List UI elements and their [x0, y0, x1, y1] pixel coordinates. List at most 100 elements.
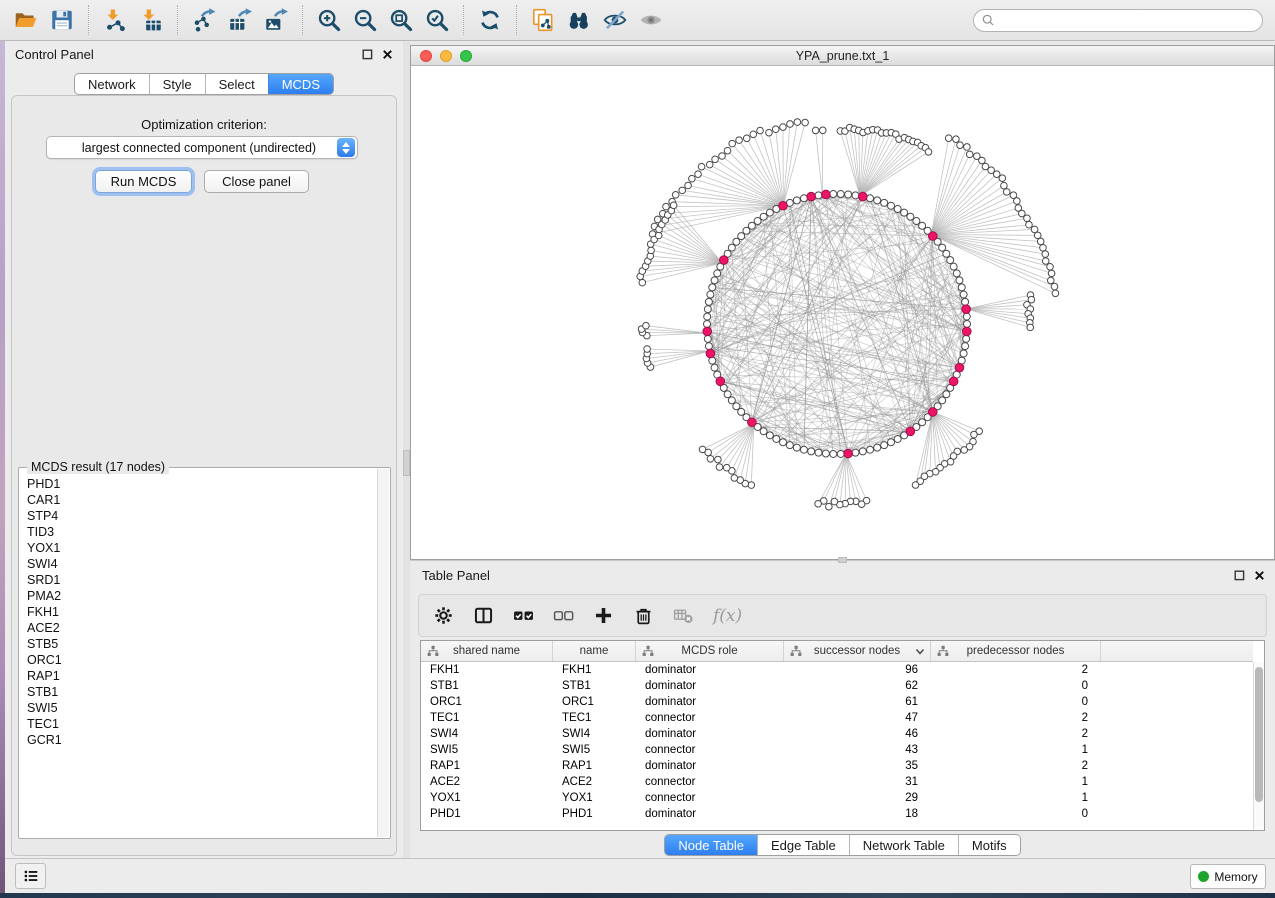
graph-node[interactable]: [707, 291, 714, 298]
zoom-out-button[interactable]: [347, 4, 383, 36]
graph-node[interactable]: [793, 444, 800, 451]
graph-node[interactable]: [786, 442, 793, 449]
graph-node[interactable]: [1042, 258, 1049, 265]
graph-node[interactable]: [956, 277, 963, 284]
graph-hub-node[interactable]: [949, 377, 958, 386]
table-float-panel-icon[interactable]: [1234, 570, 1245, 581]
close-panel-button[interactable]: Close panel: [204, 170, 309, 193]
table-cell-successor-nodes[interactable]: 62: [784, 678, 931, 694]
table-cell-shared-name[interactable]: TEC1: [421, 710, 553, 726]
graph-node[interactable]: [812, 127, 819, 134]
table-scrollbar-thumb[interactable]: [1255, 667, 1263, 802]
deselect-all-button[interactable]: [553, 605, 574, 626]
graph-node[interactable]: [639, 279, 646, 286]
graph-node[interactable]: [1024, 215, 1031, 222]
graph-node[interactable]: [643, 322, 650, 329]
graph-node[interactable]: [1014, 198, 1021, 205]
table-cell-name[interactable]: SWI4: [553, 726, 636, 742]
graph-node[interactable]: [925, 149, 932, 156]
memory-button[interactable]: Memory: [1190, 864, 1266, 889]
graph-node[interactable]: [888, 202, 895, 209]
column-header-MCDS-role[interactable]: MCDS role: [636, 641, 784, 661]
table-cell-name[interactable]: SWI5: [553, 742, 636, 758]
graph-node[interactable]: [728, 244, 735, 251]
graph-node[interactable]: [1027, 324, 1034, 331]
add-row-button[interactable]: [593, 605, 614, 626]
graph-node[interactable]: [894, 206, 901, 213]
graph-node[interactable]: [837, 191, 844, 198]
graph-node[interactable]: [819, 127, 826, 134]
table-cell-name[interactable]: RAP1: [553, 758, 636, 774]
graph-node[interactable]: [707, 455, 714, 462]
table-cell-MCDS-role[interactable]: dominator: [636, 758, 784, 774]
import-table-button[interactable]: [133, 4, 169, 36]
graph-node[interactable]: [1026, 221, 1033, 228]
mcds-result-item[interactable]: PHD1: [20, 476, 377, 492]
task-history-button[interactable]: [15, 863, 46, 889]
graph-node[interactable]: [826, 503, 833, 510]
graph-node[interactable]: [705, 298, 712, 305]
graph-node[interactable]: [960, 350, 967, 357]
graph-node[interactable]: [698, 163, 705, 170]
graph-node[interactable]: [999, 175, 1006, 182]
graph-hub-node[interactable]: [906, 427, 915, 436]
table-cell-predecessor-nodes[interactable]: 1: [931, 742, 1101, 758]
graph-hub-node[interactable]: [955, 363, 964, 372]
graph-node[interactable]: [867, 446, 874, 453]
graph-node[interactable]: [963, 313, 970, 320]
graph-node[interactable]: [950, 263, 957, 270]
mcds-result-item[interactable]: TID3: [20, 524, 377, 540]
table-cell-shared-name[interactable]: ORC1: [421, 694, 553, 710]
mcds-result-item[interactable]: SWI5: [20, 700, 377, 716]
graph-node[interactable]: [907, 213, 914, 220]
graph-hub-node[interactable]: [779, 201, 788, 210]
graph-node[interactable]: [709, 284, 716, 291]
graph-node[interactable]: [711, 364, 718, 371]
table-cell-shared-name[interactable]: ACE2: [421, 774, 553, 790]
select-all-button[interactable]: [513, 605, 534, 626]
graph-node[interactable]: [1048, 270, 1055, 277]
graph-node[interactable]: [728, 397, 735, 404]
graph-node[interactable]: [699, 446, 706, 453]
graph-node[interactable]: [695, 171, 702, 178]
first-neighbors-button[interactable]: [561, 4, 597, 36]
table-cell-MCDS-role[interactable]: dominator: [636, 806, 784, 822]
graph-node[interactable]: [672, 191, 679, 198]
mcds-result-item[interactable]: STP4: [20, 508, 377, 524]
graph-hub-node[interactable]: [844, 449, 853, 458]
graph-node[interactable]: [800, 195, 807, 202]
export-network-button[interactable]: [186, 4, 222, 36]
table-tab-network-table[interactable]: Network Table: [849, 835, 958, 855]
mcds-result-item[interactable]: ACE2: [20, 620, 377, 636]
graph-node[interactable]: [831, 498, 838, 505]
graph-node[interactable]: [1003, 189, 1010, 196]
graph-node[interactable]: [1034, 232, 1041, 239]
mcds-result-item[interactable]: CAR1: [20, 492, 377, 508]
mcds-list-scrollbar[interactable]: [377, 469, 389, 837]
graph-node[interactable]: [945, 135, 952, 142]
graph-node[interactable]: [787, 121, 794, 128]
open-file-button[interactable]: [8, 4, 44, 36]
tab-mcds[interactable]: MCDS: [268, 74, 333, 94]
graph-node[interactable]: [760, 213, 767, 220]
graph-node[interactable]: [943, 250, 950, 257]
table-cell-MCDS-role[interactable]: dominator: [636, 678, 784, 694]
mcds-result-item[interactable]: SRD1: [20, 572, 377, 588]
delete-row-button[interactable]: [633, 605, 654, 626]
table-cell-shared-name[interactable]: RAP1: [421, 758, 553, 774]
graph-node[interactable]: [766, 129, 773, 136]
apply-layout-button[interactable]: [472, 4, 508, 36]
graph-node[interactable]: [705, 343, 712, 350]
table-cell-shared-name[interactable]: YOX1: [421, 790, 553, 806]
column-settings-button[interactable]: [433, 605, 454, 626]
graph-hub-node[interactable]: [748, 418, 757, 427]
graph-node[interactable]: [1047, 263, 1054, 270]
table-cell-successor-nodes[interactable]: 35: [784, 758, 931, 774]
table-cell-MCDS-role[interactable]: connector: [636, 790, 784, 806]
import-network-button[interactable]: [97, 4, 133, 36]
table-tab-motifs[interactable]: Motifs: [958, 835, 1020, 855]
graph-node[interactable]: [963, 335, 970, 342]
table-row[interactable]: SWI5SWI5connector431: [421, 742, 1253, 758]
graph-node[interactable]: [961, 447, 968, 454]
table-cell-predecessor-nodes[interactable]: 1: [931, 790, 1101, 806]
